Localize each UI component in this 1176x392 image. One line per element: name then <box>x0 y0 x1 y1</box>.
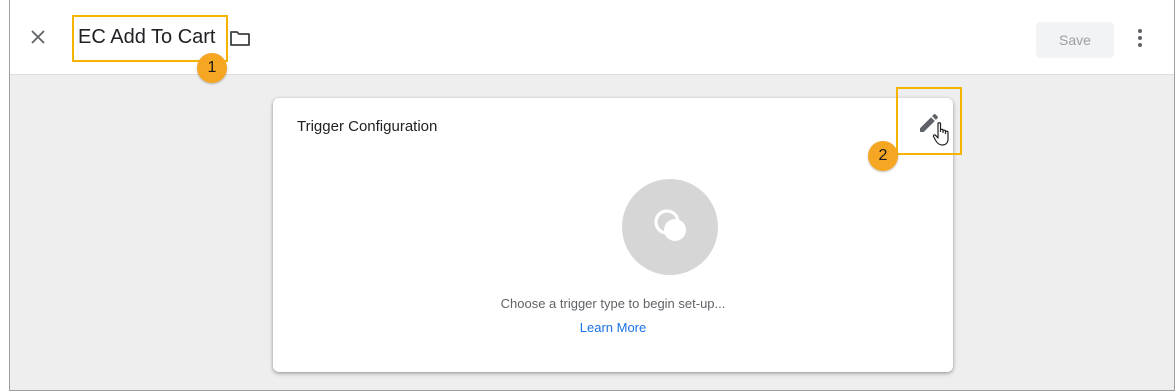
learn-more-link[interactable]: Learn More <box>273 320 953 335</box>
trigger-type-icon <box>654 209 686 241</box>
annotation-badge-1: 1 <box>197 53 227 83</box>
card-title: Trigger Configuration <box>297 118 438 135</box>
save-button[interactable]: Save <box>1036 22 1114 58</box>
close-icon <box>31 30 45 44</box>
empty-state-message: Choose a trigger type to begin set-up... <box>500 296 726 311</box>
folder-icon <box>230 31 250 46</box>
trigger-configuration-card[interactable]: Trigger Configuration Choose a trigger t… <box>273 98 953 372</box>
annotation-badge-2: 2 <box>868 141 898 171</box>
more-options-button[interactable] <box>1134 26 1146 50</box>
editor-header: EC Add To Cart Save <box>10 0 1174 75</box>
more-vert-icon <box>1138 29 1142 47</box>
tag-name-title[interactable]: EC Add To Cart <box>78 26 215 49</box>
hand-cursor-icon <box>931 121 953 147</box>
choose-trigger-button[interactable] <box>622 179 718 275</box>
tag-editor-frame: EC Add To Cart Save Trigger Configuratio… <box>9 0 1175 391</box>
folder-button[interactable] <box>229 29 251 47</box>
close-button[interactable] <box>28 27 48 47</box>
